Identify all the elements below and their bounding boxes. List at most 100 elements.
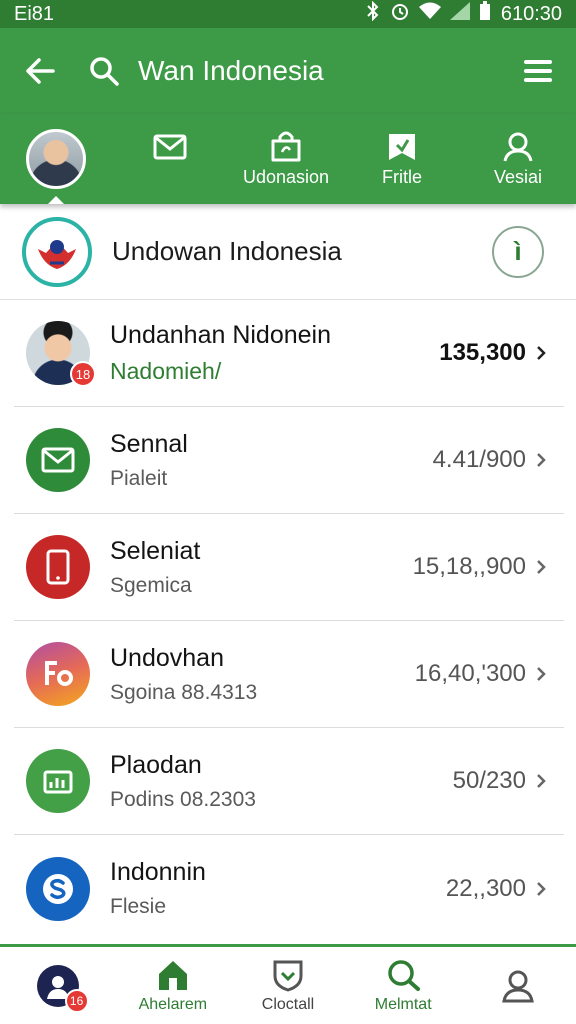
phone-app-icon: [26, 535, 90, 599]
fo-app-icon: [26, 642, 90, 706]
list-item[interactable]: Plaodan Podins 08.2303 50/230: [14, 728, 564, 835]
search-button[interactable]: [84, 28, 124, 114]
status-right: 610:30: [365, 0, 562, 27]
app-bar: Wan Indonesia: [0, 28, 576, 114]
nav-home[interactable]: Ahelarem: [115, 946, 230, 1024]
profile-avatar: 16: [36, 964, 89, 1013]
chart-app-icon: [26, 749, 90, 813]
status-icons: [365, 0, 491, 27]
list-item-title: Sennal: [110, 429, 188, 458]
avatar: 18: [26, 321, 96, 387]
list-item-title: Plaodan: [110, 750, 202, 779]
header-title: Undowan Indonesia: [112, 236, 342, 266]
list-item-value: 135,300: [439, 339, 526, 366]
alarm-icon: [390, 1, 410, 27]
list-item-title: Undovhan: [110, 643, 224, 672]
tab-profile-file[interactable]: Fritle: [344, 114, 460, 204]
wifi-icon: [418, 2, 441, 26]
info-button[interactable]: ì: [492, 225, 544, 278]
back-button[interactable]: [0, 28, 80, 114]
nav-label: Ahelarem: [138, 995, 208, 1013]
fo-glyph-icon: [45, 661, 73, 686]
list-item-text: Undovhan Sgoina 88.4313: [110, 644, 415, 705]
list-item-value: 16,40,'300: [414, 660, 526, 687]
search-icon: [90, 57, 119, 86]
app-title: Wan Indonesia: [138, 55, 324, 86]
shield-icon: [273, 960, 303, 992]
list-item-subtitle: Sgoina 88.4313: [110, 680, 258, 704]
list-item-subtitle: Pialeit: [110, 466, 168, 490]
tab-mail[interactable]: [112, 114, 228, 204]
notification-badge: 18: [70, 361, 96, 387]
list-item-title: Seleniat: [110, 536, 201, 565]
info-icon: ì: [514, 236, 522, 266]
signal-icon: [449, 2, 470, 26]
tab-profile[interactable]: [0, 114, 112, 204]
mail-app-icon: [26, 428, 90, 492]
list-item-title: Undanhan Nidonein: [110, 321, 332, 349]
header-card: Undowan Indonesia ì: [0, 204, 576, 300]
list-item-value: 4.41/900: [432, 446, 526, 473]
mail-icon: [41, 447, 75, 473]
list-item-value: 22,,300: [445, 874, 526, 902]
menu-button[interactable]: [500, 28, 576, 114]
nav-label: Cloctall: [261, 995, 315, 1013]
list-item-value: 50/230: [452, 767, 526, 794]
organization-logo: [22, 216, 92, 287]
transaction-list: 18 Undanhan Nidonein Nadomieh/ 135,300 S…: [14, 300, 564, 942]
list-item-text: Seleniat Sgemica: [110, 537, 413, 598]
list-item-text: Undanhan Nidonein Nadomieh/: [110, 321, 439, 385]
tab-strip: Udonasion Fritle Vesiai: [0, 114, 576, 204]
list-item[interactable]: 18 Undanhan Nidonein Nadomieh/ 135,300: [14, 300, 564, 407]
list-item-text: Sennal Pialeit: [110, 430, 433, 491]
bottom-navigation: 16 Ahelarem Cloctall Melmtat: [0, 944, 576, 1024]
arrow-left-icon: [26, 58, 55, 84]
phone-icon: [46, 549, 70, 585]
list-item-title: Indonnin: [110, 858, 206, 886]
emblem-icon: [38, 239, 76, 269]
status-bar: Ei81 610:30: [0, 0, 576, 28]
skype-icon: [43, 873, 73, 904]
nav-profile[interactable]: 16: [0, 946, 115, 1024]
hamburger-icon: [524, 60, 552, 82]
home-icon: [158, 960, 187, 990]
list-item[interactable]: Indonnin Flesie 22,,300: [14, 835, 564, 942]
nav-search[interactable]: Melmtat: [346, 946, 461, 1024]
chevron-right-icon: [530, 666, 552, 682]
active-tab-pointer: [48, 196, 64, 204]
tab-user[interactable]: Vesiai: [460, 114, 576, 204]
chevron-right-icon: [530, 559, 552, 575]
bluetooth-icon: [365, 0, 381, 27]
bookmark-icon: [389, 133, 415, 160]
list-item-text: Plaodan Podins 08.2303: [110, 751, 453, 812]
user-icon: [503, 132, 533, 161]
avatar: [26, 129, 86, 189]
list-item[interactable]: Undovhan Sgoina 88.4313 16,40,'300: [14, 621, 564, 728]
chat-search-icon: [388, 959, 421, 991]
status-time: 610:30: [500, 2, 562, 25]
tab-donation[interactable]: Udonasion: [228, 114, 344, 204]
s-app-icon: [26, 856, 90, 921]
notification-badge: 16: [64, 988, 89, 1013]
list-item-subtitle: Podins 08.2303: [110, 787, 256, 811]
mail-icon: [153, 134, 187, 160]
list-item-subtitle: Sgemica: [110, 573, 192, 597]
status-left-text: Ei81: [14, 2, 55, 25]
tab-label: Vesiai: [493, 166, 543, 187]
bar-chart-icon: [43, 770, 73, 794]
list-item[interactable]: Seleniat Sgemica 15,18,,900: [14, 514, 564, 621]
chevron-right-icon: [530, 773, 552, 789]
list-item-subtitle: Flesie: [110, 895, 167, 918]
tab-label: Fritle: [382, 166, 422, 187]
tab-label: Udonasion: [242, 166, 330, 187]
battery-icon: [479, 1, 491, 27]
nav-shield[interactable]: Cloctall: [230, 946, 345, 1024]
list-item[interactable]: Sennal Pialeit 4.41/900: [14, 407, 564, 514]
list-item-text: Indonnin Flesie: [110, 858, 446, 919]
list-item-subtitle: Nadomieh/: [110, 358, 222, 384]
chevron-right-icon: [530, 452, 552, 468]
chevron-right-icon: [530, 881, 552, 897]
chevron-right-icon: [530, 345, 552, 361]
person-icon: [502, 970, 535, 1002]
nav-account[interactable]: [461, 946, 576, 1024]
